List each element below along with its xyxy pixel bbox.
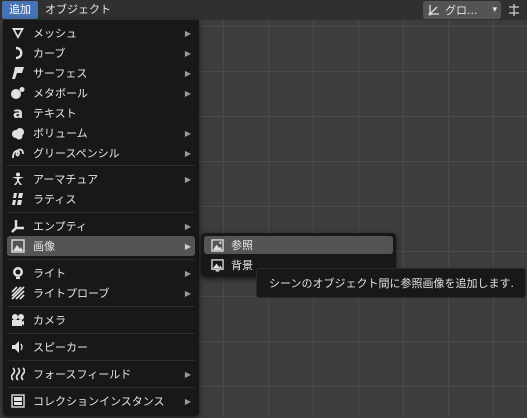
menu-item-label: カーブ xyxy=(33,47,66,60)
viewport-header: 追加 オブジェクト グロ... ▾ xyxy=(0,0,527,20)
submenu-arrow-icon: ▶ xyxy=(184,221,192,231)
menu-separator xyxy=(7,165,195,166)
menu-item-speaker[interactable]: スピーカー xyxy=(7,337,195,357)
tooltip: シーンのオブジェクト間に参照画像を追加します. xyxy=(256,268,526,298)
menu-item-label: アーマチュア xyxy=(33,173,99,186)
submenu-item-reference[interactable]: 参照 xyxy=(204,236,393,254)
image-background-icon xyxy=(209,256,225,274)
submenu-arrow-icon: ▶ xyxy=(184,369,192,379)
menu-item-camera[interactable]: カメラ xyxy=(7,310,195,330)
menu-item-lattice[interactable]: ラティス xyxy=(7,189,195,209)
menu-separator xyxy=(7,387,195,388)
submenu-arrow-icon: ▶ xyxy=(184,28,192,38)
menu-item-label: フォースフィールド xyxy=(33,368,132,381)
menu-item-label: 画像 xyxy=(33,240,55,253)
force-field-icon xyxy=(9,364,27,384)
menu-item-label: ラティス xyxy=(33,193,77,206)
mesh-icon xyxy=(9,23,27,43)
curve-icon xyxy=(9,43,27,63)
menu-item-mesh[interactable]: メッシュ ▶ xyxy=(7,23,195,43)
menu-item-label: ライト xyxy=(33,267,66,280)
empty-icon xyxy=(9,216,27,236)
submenu-item-label: 参照 xyxy=(231,239,253,252)
submenu-arrow-icon: ▶ xyxy=(184,88,192,98)
surface-icon xyxy=(9,63,27,83)
menu-item-label: カメラ xyxy=(33,314,66,327)
menu-item-surface[interactable]: サーフェス ▶ xyxy=(7,63,195,83)
submenu-arrow-icon: ▶ xyxy=(184,48,192,58)
menu-item-label: メタボール xyxy=(33,87,88,100)
menu-item-metaball[interactable]: メタボール ▶ xyxy=(7,83,195,103)
menu-item-volume[interactable]: ボリューム ▶ xyxy=(7,123,195,143)
transform-orientation-dropdown[interactable]: グロ... ▾ xyxy=(423,1,501,19)
tooltip-text: シーンのオブジェクト間に参照画像を追加します. xyxy=(269,277,514,290)
pivot-icon[interactable] xyxy=(503,1,525,19)
armature-icon xyxy=(9,169,27,189)
menu-item-label: ボリューム xyxy=(33,127,88,140)
add-menu[interactable]: 追加 xyxy=(2,1,38,19)
add-dropdown-menu: メッシュ ▶ カーブ ▶ サーフェス ▶ メタボール ▶ a テキスト ボリュー… xyxy=(3,20,199,416)
orientation-label: グロ... xyxy=(445,4,478,17)
menu-item-label: スピーカー xyxy=(33,341,88,354)
menu-item-label: サーフェス xyxy=(33,67,88,80)
menu-item-light-probe[interactable]: ライトプローブ ▶ xyxy=(7,283,195,303)
grease-pencil-icon xyxy=(9,143,27,163)
image-reference-icon xyxy=(209,236,225,254)
menu-separator xyxy=(7,259,195,260)
submenu-item-label: 背景 xyxy=(231,259,253,272)
volume-icon xyxy=(9,123,27,143)
svg-text:a: a xyxy=(13,106,23,120)
menu-item-label: コレクションインスタンス xyxy=(33,395,165,408)
camera-icon xyxy=(9,310,27,330)
menu-separator xyxy=(7,360,195,361)
menu-item-text[interactable]: a テキスト xyxy=(7,103,195,123)
menu-item-armature[interactable]: アーマチュア ▶ xyxy=(7,169,195,189)
submenu-arrow-icon: ▶ xyxy=(184,288,192,298)
orientation-icon xyxy=(427,3,441,17)
submenu-arrow-icon: ▶ xyxy=(184,68,192,78)
menu-item-empty[interactable]: エンプティ ▶ xyxy=(7,216,195,236)
menu-item-force-field[interactable]: フォースフィールド ▶ xyxy=(7,364,195,384)
submenu-arrow-icon: ▶ xyxy=(184,396,192,406)
chevron-down-icon: ▾ xyxy=(492,5,497,15)
submenu-arrow-icon: ▶ xyxy=(184,174,192,184)
menu-separator xyxy=(7,333,195,334)
menu-item-curve[interactable]: カーブ ▶ xyxy=(7,43,195,63)
menu-item-label: ライトプローブ xyxy=(33,287,110,300)
submenu-arrow-icon: ▶ xyxy=(184,268,192,278)
lattice-icon xyxy=(9,189,27,209)
menu-item-label: エンプティ xyxy=(33,220,88,233)
menu-item-grease-pencil[interactable]: グリースペンシル ▶ xyxy=(7,143,195,163)
menu-separator xyxy=(7,212,195,213)
menu-item-label: メッシュ xyxy=(33,27,77,40)
light-icon xyxy=(9,263,27,283)
submenu-arrow-icon: ▶ xyxy=(184,148,192,158)
speaker-icon xyxy=(9,337,27,357)
submenu-arrow-icon: ▶ xyxy=(184,241,192,251)
menu-item-label: グリースペンシル xyxy=(33,147,120,160)
menu-item-image[interactable]: 画像 ▶ xyxy=(7,236,195,256)
submenu-arrow-icon: ▶ xyxy=(184,128,192,138)
metaball-icon xyxy=(9,83,27,103)
menu-separator xyxy=(7,306,195,307)
collection-instance-icon xyxy=(9,391,27,411)
menu-item-collection-instance[interactable]: コレクションインスタンス ▶ xyxy=(7,391,195,411)
menu-item-light[interactable]: ライト ▶ xyxy=(7,263,195,283)
light-probe-icon xyxy=(9,283,27,303)
text-icon: a xyxy=(9,103,27,123)
image-icon xyxy=(9,236,27,256)
object-menu[interactable]: オブジェクト xyxy=(39,1,117,19)
menu-item-label: テキスト xyxy=(33,107,77,120)
